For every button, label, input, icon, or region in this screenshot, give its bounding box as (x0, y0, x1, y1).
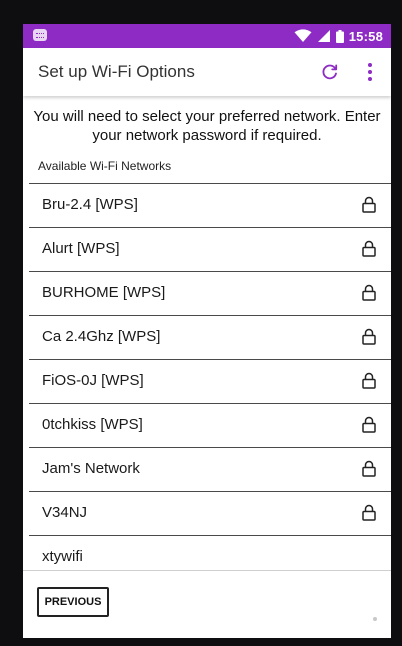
page-title: Set up Wi-Fi Options (38, 62, 195, 81)
network-row[interactable]: 0tchkiss [WPS] (29, 403, 391, 447)
network-name: Ca 2.4Ghz [WPS] (42, 328, 161, 345)
previous-button[interactable]: PREVIOUS (37, 587, 109, 617)
network-name: BURHOME [WPS] (42, 284, 166, 301)
network-name: xtywifi (42, 548, 83, 565)
network-row[interactable]: Alurt [WPS] (29, 227, 391, 271)
lock-icon (362, 460, 376, 477)
lock-icon (362, 284, 376, 301)
network-name: 0tchkiss [WPS] (42, 416, 143, 433)
network-name: FiOS-0J [WPS] (42, 372, 144, 389)
bottom-bar: PREVIOUS (23, 570, 391, 638)
content: You will need to select your preferred n… (23, 96, 391, 638)
lock-icon (362, 240, 376, 257)
battery-icon (335, 29, 344, 43)
instructions-text: You will need to select your preferred n… (33, 108, 381, 144)
network-row[interactable]: V34NJ (29, 491, 391, 535)
wifi-icon (294, 29, 312, 42)
lock-icon (362, 416, 376, 433)
page-indicator-dot (373, 617, 377, 621)
status-time: 15:58 (348, 28, 383, 44)
lock-icon (362, 504, 376, 521)
lock-icon (362, 328, 376, 345)
network-name: Jam's Network (42, 460, 140, 477)
lock-icon (362, 196, 376, 213)
network-row[interactable]: Ca 2.4Ghz [WPS] (29, 315, 391, 359)
network-row[interactable]: Jam's Network (29, 447, 391, 491)
network-name: Bru-2.4 [WPS] (42, 196, 138, 213)
network-row[interactable]: BURHOME [WPS] (29, 271, 391, 315)
network-list: Bru-2.4 [WPS] Alurt [WPS] BURHOME [WPS] Ca … (29, 183, 391, 579)
network-row[interactable]: FiOS-0J [WPS] (29, 359, 391, 403)
refresh-icon[interactable] (319, 61, 341, 83)
signal-icon (317, 30, 330, 42)
status-icons: 15:58 (294, 27, 383, 45)
network-name: V34NJ (42, 504, 88, 521)
network-row[interactable]: Bru-2.4 [WPS] (29, 183, 391, 227)
section-title: Available Wi-Fi Networks (38, 159, 172, 173)
screen: 15:58 Set up Wi-Fi Options You will need… (23, 24, 391, 638)
network-name: Alurt [WPS] (42, 240, 120, 257)
lock-icon (362, 372, 376, 389)
app-bar: Set up Wi-Fi Options (23, 48, 391, 96)
notification-icon (33, 29, 47, 41)
status-bar: 15:58 (23, 24, 391, 48)
more-vert-icon[interactable] (361, 59, 379, 85)
device-frame: 15:58 Set up Wi-Fi Options You will need… (0, 0, 402, 646)
